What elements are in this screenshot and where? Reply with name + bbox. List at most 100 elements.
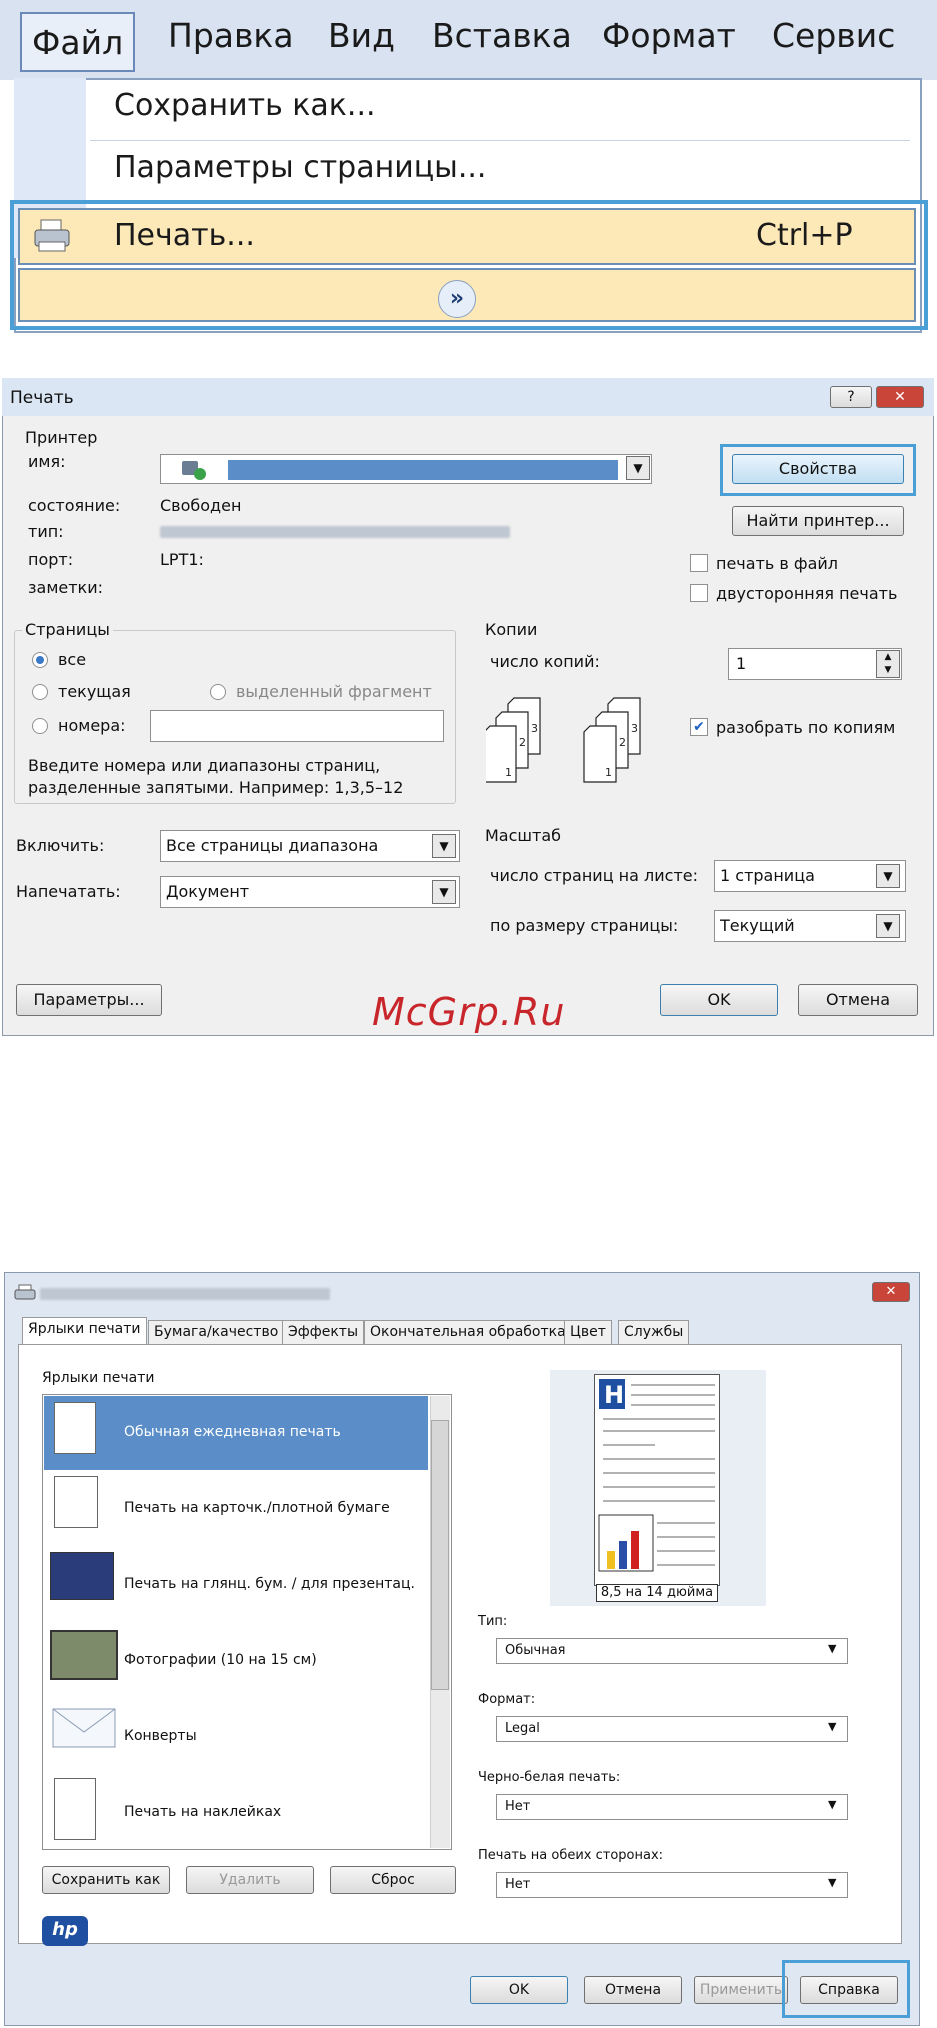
- svg-text:2: 2: [619, 736, 626, 749]
- properties-cancel-button[interactable]: Отмена: [584, 1976, 682, 2004]
- photo-icon: [50, 1630, 118, 1680]
- properties-close-button[interactable]: ✕: [872, 1282, 910, 1302]
- properties-button[interactable]: Свойства: [732, 454, 904, 484]
- chevron-down-icon[interactable]: ▼: [828, 1876, 836, 1889]
- scale-value: Текущий: [720, 916, 795, 935]
- shortcut-label[interactable]: Фотографии (10 на 15 см): [124, 1652, 317, 1668]
- shortcut-label[interactable]: Печать на наклейках: [124, 1804, 281, 1820]
- printer-icon: [32, 218, 72, 254]
- printer-name-label: имя:: [28, 452, 66, 471]
- find-printer-button[interactable]: Найти принтер...: [732, 506, 904, 536]
- duplex-label: двусторонняя печать: [716, 584, 898, 603]
- include-combo-arrow[interactable]: ▼: [432, 834, 456, 858]
- pages-current-label: текущая: [58, 682, 131, 701]
- chevron-down-icon[interactable]: ▼: [828, 1642, 836, 1655]
- tab-paper-quality[interactable]: Бумага/качество: [148, 1320, 285, 1344]
- svg-text:1: 1: [505, 766, 512, 779]
- shortcut-label[interactable]: Печать на карточк./плотной бумаге: [124, 1500, 390, 1516]
- menu-tools[interactable]: Сервис: [772, 16, 895, 55]
- pages-all-radio[interactable]: [32, 652, 48, 668]
- paper-size-combo[interactable]: Legal: [496, 1716, 848, 1742]
- tab-shortcuts[interactable]: Ярлыки печати: [22, 1317, 147, 1345]
- options-button[interactable]: Параметры...: [16, 984, 162, 1016]
- svg-text:1: 1: [605, 766, 612, 779]
- collate-illustration: 321 321: [483, 696, 664, 788]
- print-dialog-titlebar: [2, 378, 934, 416]
- menu-file[interactable]: Файл: [20, 12, 136, 72]
- type-label: тип:: [28, 522, 64, 541]
- port-value: LPT1:: [160, 550, 204, 569]
- collate-label: разобрать по копиям: [716, 718, 896, 737]
- pages-per-sheet-arrow[interactable]: ▼: [876, 864, 900, 888]
- print-to-file-checkbox[interactable]: [690, 554, 708, 572]
- print-what-label: Напечатать:: [16, 882, 121, 901]
- close-button[interactable]: ✕: [876, 386, 924, 408]
- include-value: Все страницы диапазона: [166, 836, 379, 855]
- shortcut-label: Обычная ежедневная печать: [124, 1424, 341, 1440]
- print-to-file-label: печать в файл: [716, 554, 839, 573]
- copies-count-label: число копий:: [490, 652, 600, 671]
- ok-button[interactable]: OK: [660, 984, 778, 1016]
- grayscale-label: Черно-белая печать:: [478, 1770, 621, 1785]
- save-as-button[interactable]: Сохранить как: [42, 1866, 170, 1894]
- scale-label: по размеру страницы:: [490, 916, 679, 935]
- dialog-printer-icon: [14, 1284, 36, 1302]
- copies-group-label: Копии: [482, 620, 541, 639]
- pages-selection-radio[interactable]: [210, 684, 226, 700]
- pages-per-sheet-value: 1 страница: [720, 866, 815, 885]
- scale-arrow[interactable]: ▼: [876, 914, 900, 938]
- cancel-button[interactable]: Отмена: [798, 984, 918, 1016]
- menu-page-setup[interactable]: Параметры страницы...: [114, 150, 486, 185]
- paper-type-combo[interactable]: Обычная: [496, 1638, 848, 1664]
- double-chevron-down-icon[interactable]: »: [438, 280, 476, 318]
- shortcut-label[interactable]: Печать на глянц. бум. / для презентац.: [124, 1576, 415, 1592]
- reset-button[interactable]: Сброс: [330, 1866, 456, 1894]
- menu-save-as[interactable]: Сохранить как...: [114, 88, 376, 123]
- shortcut-label[interactable]: Конверты: [124, 1728, 197, 1744]
- grayscale-combo[interactable]: Нет: [496, 1794, 848, 1820]
- duplex-checkbox[interactable]: [690, 584, 708, 602]
- copies-spinner[interactable]: ▲ ▼: [876, 650, 900, 678]
- print-what-value: Документ: [166, 882, 250, 901]
- properties-help-button[interactable]: Справка: [800, 1976, 898, 2004]
- svg-text:3: 3: [531, 722, 538, 735]
- menu-edit[interactable]: Правка: [168, 16, 294, 55]
- svg-text:H: H: [604, 1381, 624, 1409]
- pages-all-label: все: [58, 650, 87, 669]
- print-what-combo-arrow[interactable]: ▼: [432, 880, 456, 904]
- tab-services[interactable]: Службы: [618, 1320, 690, 1344]
- hp-logo: hp: [42, 1916, 88, 1946]
- chevron-down-icon[interactable]: ▼: [828, 1720, 836, 1733]
- printer-group-label: Принтер: [22, 428, 101, 447]
- duplex-setting-combo[interactable]: Нет: [496, 1872, 848, 1898]
- apply-button[interactable]: Применить: [694, 1976, 788, 2004]
- menu-screenshot: Файл Правка Вид Вставка Формат Сервис Со…: [0, 0, 937, 338]
- pages-current-radio[interactable]: [32, 684, 48, 700]
- properties-ok-button[interactable]: OK: [470, 1976, 568, 2004]
- glossy-presentation-icon: [50, 1552, 114, 1600]
- printer-combo-arrow[interactable]: ▼: [626, 456, 650, 480]
- menu-insert[interactable]: Вставка: [432, 16, 572, 55]
- pages-range-input[interactable]: [150, 710, 444, 742]
- menu-view[interactable]: Вид: [328, 16, 395, 55]
- delete-button[interactable]: Удалить: [186, 1866, 314, 1894]
- everyday-print-icon: [54, 1402, 96, 1454]
- pages-range-radio[interactable]: [32, 718, 48, 734]
- collate-checkbox[interactable]: ✔: [690, 718, 708, 736]
- help-button[interactable]: ?: [830, 386, 872, 408]
- svg-text:2: 2: [519, 736, 526, 749]
- menu-format[interactable]: Формат: [602, 16, 736, 55]
- paper-type-label: Тип:: [478, 1614, 508, 1629]
- status-label: состояние:: [28, 496, 121, 515]
- status-value: Свободен: [160, 496, 242, 515]
- tab-effects[interactable]: Эффекты: [282, 1320, 364, 1344]
- printer-name-value: [228, 460, 618, 480]
- properties-tabs: Ярлыки печати Бумага/качество Эффекты Ок…: [18, 1317, 904, 1345]
- port-label: порт:: [28, 550, 74, 569]
- labels-icon: [54, 1778, 96, 1840]
- tab-finishing[interactable]: Окончательная обработка: [364, 1320, 572, 1344]
- chevron-down-icon[interactable]: ▼: [828, 1798, 836, 1811]
- scrollbar-thumb[interactable]: [431, 1420, 449, 1690]
- menu-print-label: Печать...: [114, 218, 255, 253]
- tab-color[interactable]: Цвет: [564, 1320, 612, 1344]
